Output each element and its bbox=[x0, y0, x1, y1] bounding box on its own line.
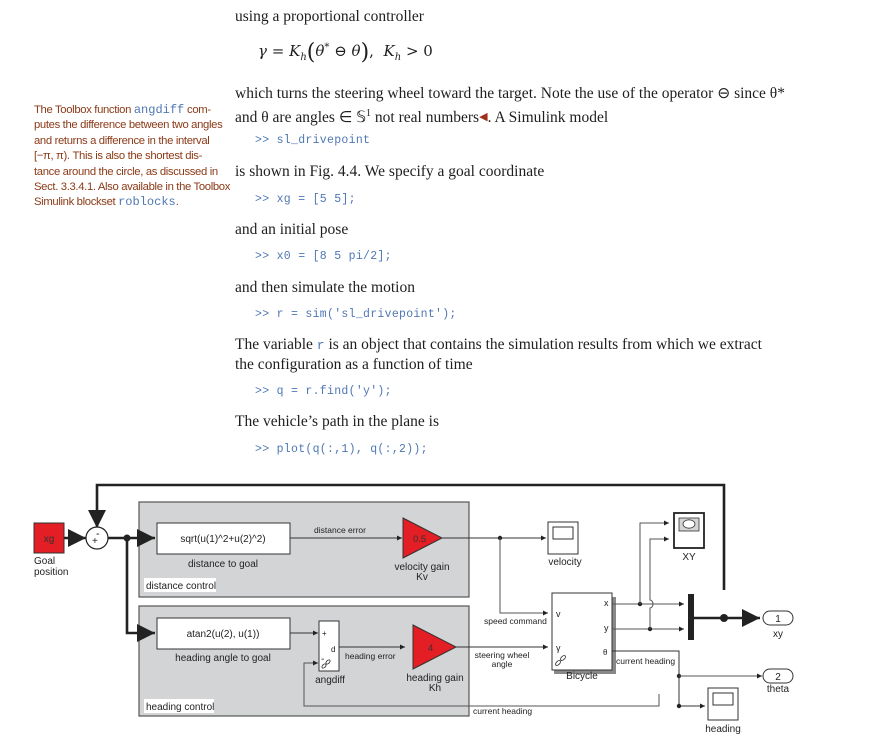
heading-gain-value: 4 bbox=[428, 643, 433, 654]
signal-current-heading: current heading bbox=[473, 706, 532, 716]
heading-fcn-label: heading angle to goal bbox=[175, 653, 271, 664]
inline-code-roblocks: roblocks bbox=[118, 195, 176, 210]
inline-code-angdiff: angdiff bbox=[133, 103, 185, 117]
paragraph-path: The vehicle’s path in the plane is bbox=[235, 413, 440, 430]
text-span: and θ are angles ∈ 𝕊 bbox=[235, 109, 367, 127]
eq-cond-sub: h bbox=[394, 52, 402, 63]
angdiff-port-d: d bbox=[331, 645, 335, 654]
margin-note-line: tance around the circle, as discussed in bbox=[34, 165, 218, 178]
wire-y-to-xy-scope bbox=[649, 536, 669, 629]
mux-block[interactable] bbox=[688, 594, 694, 640]
goal-position-block[interactable]: xg Goal position bbox=[33, 522, 68, 578]
outport-xy-label: xy bbox=[773, 629, 783, 640]
outport-xy[interactable]: 1 xy bbox=[762, 610, 794, 640]
angdiff-port-plus: + bbox=[322, 629, 327, 638]
text-span: The Toolbox function bbox=[34, 104, 134, 116]
xy-scope-label: XY bbox=[682, 552, 696, 563]
paragraph-simulate: and then simulate the motion bbox=[235, 279, 415, 296]
eq-equals: = bbox=[271, 42, 285, 60]
margin-note-line: and returns a difference in the interval bbox=[34, 134, 210, 147]
outport-theta-number: 2 bbox=[775, 672, 781, 683]
text-span: The variable bbox=[235, 336, 317, 353]
goal-block-value: xg bbox=[44, 534, 55, 545]
paragraph-operator-line2: and θ are angles ∈ 𝕊1 not real numbers◀.… bbox=[235, 103, 608, 128]
eq-cond-rhs: > 0 bbox=[405, 42, 433, 60]
bicycle-output-x: x bbox=[604, 598, 609, 608]
inline-code-r: r bbox=[316, 338, 325, 353]
eq-operator: ⊖ bbox=[334, 42, 347, 60]
velocity-scope-label: velocity bbox=[548, 557, 581, 568]
text-span: Simulink blockset bbox=[34, 196, 119, 209]
heading-fcn-expr: atan2(u(2), u(1)) bbox=[187, 629, 260, 640]
eq-cond-gain: K bbox=[383, 42, 395, 60]
xy-scope[interactable]: XY bbox=[673, 512, 705, 563]
heading-control-label: heading control bbox=[146, 702, 214, 713]
bicycle-block[interactable]: v γ x y θ Bicycle bbox=[551, 592, 616, 682]
paragraph-operator-line1: which turns the steering wheel toward th… bbox=[235, 85, 785, 102]
heading-scope-label: heading bbox=[705, 724, 741, 735]
signal-distance-error: distance error bbox=[314, 525, 366, 535]
heading-scope[interactable]: heading bbox=[705, 687, 741, 735]
paragraph-initial-pose: and an initial pose bbox=[235, 221, 349, 238]
signal-steering-2: angle bbox=[492, 659, 513, 669]
distance-fcn-expr: sqrt(u(1)^2+u(2)^2) bbox=[180, 534, 265, 545]
bicycle-output-theta: θ bbox=[603, 648, 608, 657]
margin-note-line: [−π, π). This is also the shortest dis- bbox=[34, 150, 202, 163]
velocity-gain-label-2: Kv bbox=[416, 572, 428, 583]
margin-note-angdiff: The Toolbox function angdiff com- putes … bbox=[34, 103, 231, 211]
text-span: is an object that contains the simulatio… bbox=[324, 336, 762, 353]
velocity-gain-value: 0.5 bbox=[413, 534, 426, 545]
heading-fcn-block[interactable]: atan2(u(2), u(1)) heading angle to goal bbox=[156, 617, 291, 664]
goal-block-label-2: position bbox=[34, 567, 68, 578]
bicycle-input-gamma: γ bbox=[556, 643, 561, 653]
branch-point bbox=[720, 614, 728, 622]
margin-note-line: putes the difference between two angles bbox=[34, 119, 223, 132]
margin-note-line: Sect. 3.3.4.1. Also available in the Too… bbox=[34, 181, 231, 194]
text-span: . A Simulink model bbox=[487, 109, 609, 127]
sum-sign-minus: - bbox=[96, 528, 100, 540]
bicycle-label: Bicycle bbox=[566, 671, 598, 682]
angdiff-port-minus: - bbox=[321, 654, 324, 665]
paragraph-intro: using a proportional controller bbox=[235, 8, 424, 25]
equation-controller: γ = Kh(θ* ⊖ θ), Kh > 0 bbox=[258, 40, 433, 65]
branch-point bbox=[676, 703, 682, 709]
heading-gain-label-2: Kh bbox=[429, 683, 441, 694]
eq-gamma: γ bbox=[258, 42, 267, 60]
eq-gain: K bbox=[289, 42, 301, 60]
simulink-diagram: distance control heading control xg Goal… bbox=[33, 483, 794, 735]
margin-note-marker: ◀ bbox=[479, 111, 488, 124]
code-plot: >> plot(q(:,1), q(:,2)); bbox=[255, 443, 428, 456]
goal-block-label-1: Goal bbox=[34, 556, 55, 567]
code-sim: >> r = sim('sl_drivepoint'); bbox=[255, 308, 457, 321]
outport-theta-label: theta bbox=[767, 684, 790, 695]
code-x0: >> x0 = [8 5 pi/2]; bbox=[255, 250, 392, 263]
margin-note-line: Simulink blockset roblocks. bbox=[34, 195, 224, 210]
text-span: . bbox=[175, 196, 179, 209]
code-sl-drivepoint: >> sl_drivepoint bbox=[255, 134, 371, 147]
paragraph-variable-r-line2: the configuration as a function of time bbox=[235, 356, 473, 373]
eq-theta: θ bbox=[351, 42, 361, 60]
code-xg: >> xg = [5 5]; bbox=[255, 193, 356, 206]
signal-heading-error: heading error bbox=[345, 651, 396, 661]
paragraph-goal: is shown in Fig. 4.4. We specify a goal … bbox=[235, 163, 545, 180]
text-span: not real numbers bbox=[371, 109, 480, 127]
eq-star: * bbox=[324, 42, 330, 53]
angdiff-label: angdiff bbox=[315, 675, 345, 686]
bicycle-output-y: y bbox=[604, 623, 609, 633]
velocity-scope[interactable]: velocity bbox=[547, 521, 582, 568]
code-find: >> q = r.find('y'); bbox=[255, 385, 392, 398]
outport-xy-number: 1 bbox=[775, 614, 781, 625]
distance-fcn-label: distance to goal bbox=[188, 559, 258, 570]
outport-theta[interactable]: 2 theta bbox=[762, 668, 794, 695]
sum-block[interactable]: + - bbox=[85, 526, 109, 550]
bicycle-input-v: v bbox=[556, 609, 561, 619]
distance-control-label: distance control bbox=[146, 581, 216, 592]
paragraph-variable-r: The variable r is an object that contain… bbox=[235, 334, 762, 356]
text-span: com- bbox=[184, 104, 211, 116]
signal-speed-command: speed command bbox=[484, 616, 547, 626]
margin-note-line: The Toolbox function angdiff com- bbox=[34, 103, 224, 118]
signal-current-heading-out: current heading bbox=[616, 656, 675, 666]
wire-x-to-xy-scope bbox=[639, 520, 669, 604]
wire-speed-command bbox=[499, 538, 548, 616]
